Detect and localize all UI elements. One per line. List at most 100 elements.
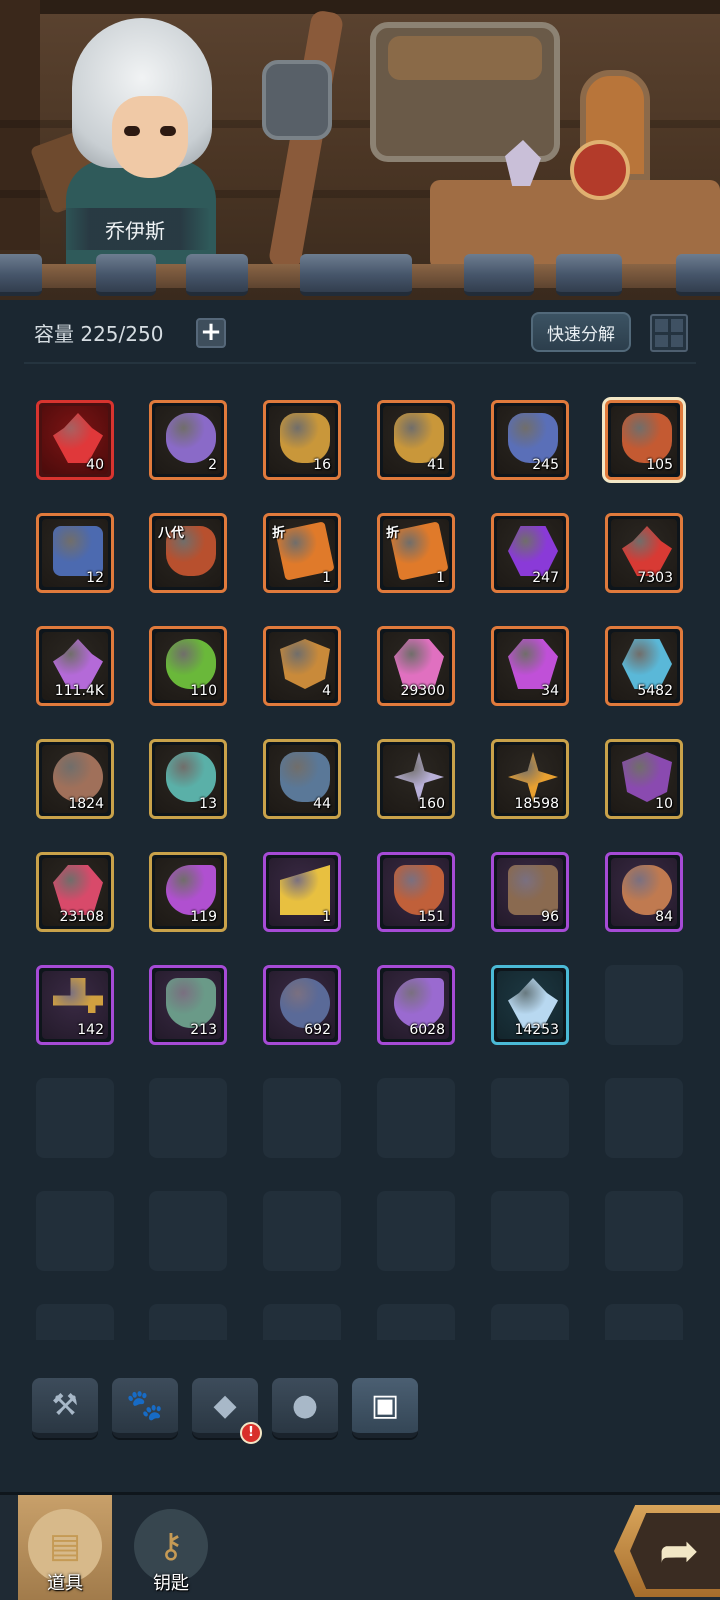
quick-decompose-button[interactable]: 快速分解: [531, 312, 631, 352]
item-quantity: 2: [208, 457, 217, 473]
blue-vase-icon: [508, 413, 558, 463]
inventory-item-slot[interactable]: 84: [605, 852, 683, 932]
purple-gift-bag-icon: [166, 413, 216, 463]
inventory-item-slot[interactable]: 105: [605, 400, 683, 480]
item-quantity: 1: [436, 570, 445, 586]
category-tab[interactable]: ⚒: [32, 1378, 98, 1438]
inventory-item-slot[interactable]: 29300: [377, 626, 455, 706]
steel-vase-icon: [280, 752, 330, 802]
item-quantity: 16: [313, 457, 331, 473]
item-frame: 13: [149, 739, 227, 819]
grid-cell: [655, 334, 668, 347]
staff-decoration: [267, 9, 345, 271]
orange-gift-bag-icon: [622, 865, 672, 915]
item-quantity: 245: [532, 457, 559, 473]
nav-keys-button[interactable]: ⚷ 钥匙: [124, 1495, 218, 1600]
inventory-item-slot[interactable]: 10: [605, 739, 683, 819]
potion-bottle-icon: [394, 865, 444, 915]
inventory-item-slot[interactable]: 213: [149, 965, 227, 1045]
empty-slot: [263, 1304, 341, 1340]
inventory-item-slot[interactable]: 折1: [377, 513, 455, 593]
inventory-item-slot[interactable]: 18598: [491, 739, 569, 819]
item-quantity: 1: [322, 570, 331, 586]
item-frame: 44: [263, 739, 341, 819]
category-tab[interactable]: ●: [272, 1378, 338, 1438]
inventory-item-slot[interactable]: 151: [377, 852, 455, 932]
inventory-item-slot[interactable]: 1: [263, 852, 341, 932]
inventory-item-slot[interactable]: 23108: [36, 852, 114, 932]
item-frame: 213: [149, 965, 227, 1045]
inventory-item-slot[interactable]: 7303: [605, 513, 683, 593]
golden-vase-icon: [394, 413, 444, 463]
item-frame: 23108: [36, 852, 114, 932]
item-frame: 1: [263, 852, 341, 932]
item-tag: 折: [386, 526, 400, 541]
category-tab[interactable]: ▣: [352, 1378, 418, 1438]
inventory-item-slot[interactable]: 1824: [36, 739, 114, 819]
inventory-item-slot[interactable]: 16: [263, 400, 341, 480]
item-quantity: 44: [313, 796, 331, 812]
item-quantity: 160: [418, 796, 445, 812]
empty-slot: [36, 1078, 114, 1158]
inventory-item-slot[interactable]: 14253: [491, 965, 569, 1045]
hero-face: [112, 96, 188, 178]
inventory-item-slot[interactable]: 6028: [377, 965, 455, 1045]
empty-slot: [605, 1078, 683, 1158]
item-grid: 40 2 16 41 245 105 12 八代折 1 折 1 247 7303 111.4K 110 4 29…: [0, 380, 720, 1340]
share-button[interactable]: ➦: [614, 1505, 720, 1597]
category-tab[interactable]: 🐾: [112, 1378, 178, 1438]
empty-slot: [263, 1078, 341, 1158]
expand-capacity-button[interactable]: +: [196, 318, 226, 348]
hero-eye: [160, 126, 176, 136]
forge-hammer-icon: ⚒: [51, 1388, 79, 1423]
empty-slot: [149, 1304, 227, 1340]
item-frame: 34: [491, 626, 569, 706]
item-quantity: 5482: [637, 683, 673, 699]
empty-slot: [491, 1191, 569, 1271]
item-quantity: 151: [418, 909, 445, 925]
inventory-item-slot[interactable]: 折1: [263, 513, 341, 593]
inventory-item-slot[interactable]: 692: [263, 965, 341, 1045]
category-tab[interactable]: ◆!: [192, 1378, 262, 1444]
grid-view-icon[interactable]: [650, 314, 688, 352]
nav-items-button[interactable]: ▤ 道具: [18, 1495, 112, 1600]
inventory-item-slot[interactable]: 142: [36, 965, 114, 1045]
inventory-item-slot[interactable]: 2: [149, 400, 227, 480]
blue-chest-icon: [53, 526, 103, 576]
stone-rail-divider: [0, 250, 720, 300]
item-quantity: 34: [541, 683, 559, 699]
inventory-item-slot[interactable]: 110: [149, 626, 227, 706]
inventory-item-slot[interactable]: 41: [377, 400, 455, 480]
inventory-item-slot[interactable]: 八代: [149, 513, 227, 593]
rail-stone: [464, 254, 534, 296]
item-quantity: 96: [541, 909, 559, 925]
inventory-item-slot[interactable]: 5482: [605, 626, 683, 706]
grid-cell: [670, 334, 683, 347]
inventory-item-slot[interactable]: 247: [491, 513, 569, 593]
inventory-item-slot[interactable]: 160: [377, 739, 455, 819]
inventory-item-slot[interactable]: 119: [149, 852, 227, 932]
grid-cell: [655, 319, 668, 332]
item-frame: 八代: [149, 513, 227, 593]
item-frame: 160: [377, 739, 455, 819]
item-frame: 245: [491, 400, 569, 480]
item-quantity: 1: [322, 909, 331, 925]
crate-icon: [508, 865, 558, 915]
item-quantity: 41: [427, 457, 445, 473]
inventory-item-slot[interactable]: 44: [263, 739, 341, 819]
inventory-item-slot[interactable]: 13: [149, 739, 227, 819]
inventory-item-slot[interactable]: 245: [491, 400, 569, 480]
rail-stone: [556, 254, 622, 296]
inventory-item-slot[interactable]: 34: [491, 626, 569, 706]
inventory-item-slot[interactable]: 96: [491, 852, 569, 932]
item-quantity: 119: [190, 909, 217, 925]
inventory-item-slot[interactable]: 111.4K: [36, 626, 114, 706]
item-quantity: 29300: [400, 683, 445, 699]
inventory-item-slot[interactable]: 4: [263, 626, 341, 706]
item-frame: 10: [605, 739, 683, 819]
inventory-item-slot[interactable]: 40: [36, 400, 114, 480]
item-quantity: 40: [86, 457, 104, 473]
inventory-item-slot[interactable]: 12: [36, 513, 114, 593]
purple-claw-icon: [394, 978, 444, 1028]
hero-eye: [124, 126, 140, 136]
